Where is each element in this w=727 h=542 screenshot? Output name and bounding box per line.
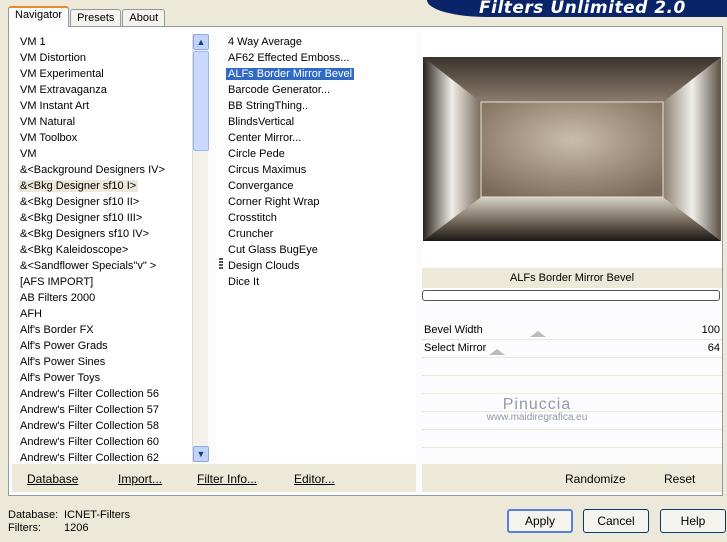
list-item[interactable]: Andrew's Filter Collection 60 bbox=[12, 434, 208, 450]
list-item[interactable]: Alf's Power Grads bbox=[12, 338, 208, 354]
list-item[interactable]: VM 1 bbox=[12, 34, 208, 50]
list-item[interactable]: ALFs Border Mirror Bevel bbox=[216, 66, 416, 82]
list-item[interactable]: Convergance bbox=[216, 178, 416, 194]
tab-presets[interactable]: Presets bbox=[70, 9, 122, 27]
filter-list[interactable]: 4 Way Average AF62 Effected Emboss... ALFs… bbox=[216, 30, 416, 462]
empty-param-row bbox=[422, 430, 722, 448]
list-item[interactable]: VM Experimental bbox=[12, 66, 208, 82]
param-action-bar: Randomize Reset bbox=[422, 464, 722, 492]
tab-about[interactable]: About bbox=[122, 9, 166, 27]
list-item[interactable]: Alf's Border FX bbox=[12, 322, 208, 338]
list-item[interactable]: AFH bbox=[12, 306, 208, 322]
list-item[interactable]: &<Bkg Designer sf10 I> bbox=[12, 178, 208, 194]
title-banner: Filters Unlimited 2.0 bbox=[427, 0, 727, 17]
slider-thumb-icon[interactable] bbox=[530, 331, 546, 337]
list-item[interactable]: &<Bkg Designer sf10 III> bbox=[12, 210, 208, 226]
selected-filter-name: ALFs Border Mirror Bevel bbox=[422, 268, 722, 288]
list-item[interactable]: &<Background Designers IV> bbox=[12, 162, 208, 178]
list-item[interactable]: Corner Right Wrap bbox=[216, 194, 416, 210]
param-select-mirror[interactable]: Select Mirror 64 bbox=[422, 340, 722, 358]
apply-button[interactable]: Apply bbox=[507, 509, 573, 533]
list-item[interactable]: &<Sandflower Specials"v" > bbox=[12, 258, 208, 274]
scroll-down-arrow-icon[interactable]: ▼ bbox=[193, 446, 209, 462]
list-item[interactable]: 4 Way Average bbox=[216, 34, 416, 50]
list-item[interactable]: VM Extravaganza bbox=[12, 82, 208, 98]
tab-strip: Navigator Presets About bbox=[8, 6, 166, 27]
list-item[interactable]: Dice It bbox=[216, 274, 416, 290]
list-item[interactable]: BlindsVertical bbox=[216, 114, 416, 130]
preview-area bbox=[422, 30, 722, 266]
help-button[interactable]: Help bbox=[660, 509, 726, 533]
list-item[interactable]: VM Distortion bbox=[12, 50, 208, 66]
preview-image bbox=[423, 57, 721, 241]
list-item[interactable]: Alf's Power Toys bbox=[12, 370, 208, 386]
list-action-bar: Database Import... Filter Info... Editor… bbox=[12, 464, 416, 492]
list-item[interactable]: Design Clouds bbox=[216, 258, 416, 274]
watermark: Pinuccia www.maidiregrafica.eu bbox=[486, 396, 588, 423]
empty-param-row bbox=[422, 376, 722, 394]
list-item[interactable]: AF62 Effected Emboss... bbox=[216, 50, 416, 66]
category-scrollbar[interactable]: ▲ ▼ bbox=[192, 34, 209, 462]
scroll-up-arrow-icon[interactable]: ▲ bbox=[193, 34, 209, 50]
parameter-panel: Bevel Width 100 Select Mirror 64 bbox=[422, 322, 722, 466]
progress-bar bbox=[422, 290, 720, 301]
list-item[interactable]: Andrew's Filter Collection 62 bbox=[12, 450, 208, 462]
list-item[interactable]: Alf's Power Sines bbox=[12, 354, 208, 370]
editor-link[interactable]: Editor... bbox=[294, 472, 335, 486]
category-list[interactable]: VM 1 VM Distortion VM Experimental VM Extra… bbox=[12, 30, 208, 462]
reset-link[interactable]: Reset bbox=[664, 472, 695, 486]
list-item[interactable]: Barcode Generator... bbox=[216, 82, 416, 98]
list-item[interactable]: AB Filters 2000 bbox=[12, 290, 208, 306]
status-info: Database: ICNET-Filters Filters: 1206 bbox=[8, 509, 130, 534]
list-item[interactable]: &<Bkg Designer sf10 II> bbox=[12, 194, 208, 210]
param-bevel-width[interactable]: Bevel Width 100 bbox=[422, 322, 722, 340]
list-item[interactable]: VM Instant Art bbox=[12, 98, 208, 114]
import-link[interactable]: Import... bbox=[118, 472, 162, 486]
list-item[interactable]: Andrew's Filter Collection 56 bbox=[12, 386, 208, 402]
list-item[interactable]: Cut Glass BugEye bbox=[216, 242, 416, 258]
list-item[interactable]: Andrew's Filter Collection 57 bbox=[12, 402, 208, 418]
empty-param-row bbox=[422, 358, 722, 376]
list-item[interactable]: Crosstitch bbox=[216, 210, 416, 226]
list-item[interactable]: Circle Pede bbox=[216, 146, 416, 162]
list-item[interactable]: Circus Maximus bbox=[216, 162, 416, 178]
database-link[interactable]: Database bbox=[27, 472, 78, 486]
list-item[interactable]: VM Toolbox bbox=[12, 130, 208, 146]
scrollbar-thumb[interactable] bbox=[193, 51, 209, 151]
list-item[interactable]: Andrew's Filter Collection 58 bbox=[12, 418, 208, 434]
list-item[interactable]: Center Mirror... bbox=[216, 130, 416, 146]
list-item[interactable]: &<Bkg Kaleidoscope> bbox=[12, 242, 208, 258]
list-item[interactable]: &<Bkg Designers sf10 IV> bbox=[12, 226, 208, 242]
list-item[interactable]: Cruncher bbox=[216, 226, 416, 242]
slider-thumb-icon[interactable] bbox=[489, 349, 505, 355]
tab-navigator[interactable]: Navigator bbox=[8, 6, 70, 27]
empty-param-row bbox=[422, 448, 722, 466]
list-item[interactable]: VM bbox=[12, 146, 208, 162]
list-item[interactable]: [AFS IMPORT] bbox=[12, 274, 208, 290]
list-item[interactable]: VM Natural bbox=[12, 114, 208, 130]
cancel-button[interactable]: Cancel bbox=[583, 509, 649, 533]
drag-handle-icon bbox=[219, 258, 223, 270]
filter-info-link[interactable]: Filter Info... bbox=[197, 472, 257, 486]
randomize-link[interactable]: Randomize bbox=[565, 472, 626, 486]
list-item[interactable]: BB StringThing.. bbox=[216, 98, 416, 114]
